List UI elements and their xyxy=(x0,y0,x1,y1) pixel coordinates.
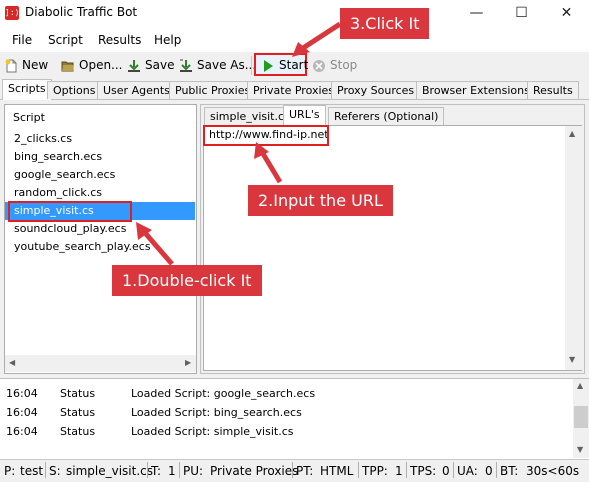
status-separator xyxy=(147,462,148,478)
status-bt-label: BT: xyxy=(500,464,519,478)
scroll-right-icon[interactable]: ▶ xyxy=(185,358,191,367)
horizontal-scrollbar[interactable]: ◀ ▶ xyxy=(5,355,196,372)
list-item[interactable]: google_search.ecs xyxy=(5,166,195,184)
log-time: 16:04 xyxy=(6,406,38,419)
status-separator xyxy=(292,462,293,478)
tab-results[interactable]: Results xyxy=(527,81,579,99)
log-scroll-thumb[interactable] xyxy=(574,406,588,428)
status-pt-value: HTML xyxy=(320,464,354,478)
new-button[interactable]: New xyxy=(4,55,48,76)
list-item[interactable]: 2_clicks.cs xyxy=(5,130,195,148)
new-file-icon xyxy=(4,59,18,73)
save-label: Save xyxy=(145,58,175,72)
log-scrollbar[interactable]: ▲ ▼ xyxy=(573,379,589,458)
status-p-label: P: xyxy=(4,464,16,478)
status-s-label: S: xyxy=(49,464,61,478)
status-tpp-label: TPP: xyxy=(362,464,388,478)
status-separator xyxy=(179,462,180,478)
save-as-label: Save As... xyxy=(197,58,257,72)
stop-label: Stop xyxy=(330,58,358,72)
menu-file[interactable]: File xyxy=(12,33,32,47)
log-scroll-up-icon[interactable]: ▲ xyxy=(577,381,583,390)
log-type: Status xyxy=(60,387,96,400)
tab-proxy-sources[interactable]: Proxy Sources xyxy=(331,81,421,99)
status-tps-label: TPS: xyxy=(410,464,437,478)
log-message: Loaded Script: bing_search.ecs xyxy=(131,406,302,419)
status-separator xyxy=(358,462,359,478)
subtab-simple-visit[interactable]: simple_visit.cs xyxy=(204,107,296,125)
status-separator xyxy=(45,462,46,478)
tab-browser-extensions[interactable]: Browser Extensions xyxy=(416,81,536,99)
maximize-button[interactable]: ☐ xyxy=(499,0,544,28)
tab-options[interactable]: Options xyxy=(47,81,102,99)
callout-step3: 3.Click It xyxy=(340,8,430,39)
status-t-label: T: xyxy=(151,464,162,478)
vertical-scrollbar[interactable]: ▲ ▼ xyxy=(565,126,582,370)
menu-help[interactable]: Help xyxy=(154,33,181,47)
tab-scripts[interactable]: Scripts xyxy=(2,79,52,100)
arrow-step1-icon xyxy=(136,222,174,266)
save-download-icon xyxy=(127,59,141,73)
scroll-left-icon[interactable]: ◀ xyxy=(9,358,15,367)
callout-step1: 1.Double-click It xyxy=(112,265,262,296)
subtab-urls[interactable]: URL's xyxy=(283,105,326,126)
subtab-referers[interactable]: Referers (Optional) xyxy=(328,107,445,125)
status-pu-value: Private Proxies xyxy=(210,464,299,478)
play-icon xyxy=(261,59,275,73)
status-s-value: simple_visit.cs xyxy=(66,464,153,478)
status-pu-label: PU: xyxy=(183,464,204,478)
log-message: Loaded Script: simple_visit.cs xyxy=(131,425,294,438)
minimize-button[interactable]: — xyxy=(454,0,499,28)
log-type: Status xyxy=(60,406,96,419)
new-label: New xyxy=(22,58,49,72)
open-button[interactable]: Open... xyxy=(61,55,123,76)
tab-public-proxies[interactable]: Public Proxies xyxy=(169,81,257,99)
menu-results[interactable]: Results xyxy=(98,33,141,47)
status-ua-value: 0 xyxy=(485,464,493,478)
status-separator xyxy=(406,462,407,478)
log-scroll-down-icon[interactable]: ▼ xyxy=(577,445,583,454)
status-pt-label: PT: xyxy=(296,464,314,478)
tab-private-proxies[interactable]: Private Proxies xyxy=(247,81,341,99)
status-tps-value: 0 xyxy=(442,464,450,478)
scroll-down-icon[interactable]: ▼ xyxy=(569,355,575,364)
status-bt-value: 30s<60s xyxy=(526,464,580,478)
arrow-step2-icon xyxy=(254,142,283,184)
status-separator xyxy=(496,462,497,478)
tab-user-agents[interactable]: User Agents xyxy=(97,81,176,99)
open-folder-icon xyxy=(61,59,75,73)
stop-icon xyxy=(312,59,326,73)
close-button[interactable]: ✕ xyxy=(544,0,589,28)
status-separator xyxy=(453,462,454,478)
save-button[interactable]: Save xyxy=(127,55,174,76)
log-time: 16:04 xyxy=(6,425,38,438)
save-as-icon xyxy=(179,59,193,73)
status-t-value: 1 xyxy=(168,464,176,478)
log-time: 16:04 xyxy=(6,387,38,400)
script-list-header[interactable]: Script xyxy=(5,105,196,129)
status-ua-label: UA: xyxy=(457,464,478,478)
status-tpp-value: 1 xyxy=(395,464,403,478)
callout-step2: 2.Input the URL xyxy=(248,185,393,216)
open-label: Open... xyxy=(79,58,123,72)
scroll-up-icon[interactable]: ▲ xyxy=(569,129,575,138)
script-highlight-box xyxy=(8,201,132,222)
script-column-label: Script xyxy=(13,111,45,124)
toolbar-separator xyxy=(251,56,252,75)
arrow-step3-icon xyxy=(292,21,342,57)
log-type: Status xyxy=(60,425,96,438)
list-item[interactable]: random_click.cs xyxy=(5,184,195,202)
status-p-value: test xyxy=(20,464,44,478)
log-message: Loaded Script: google_search.ecs xyxy=(131,387,316,400)
start-label: Start xyxy=(279,58,309,72)
list-item[interactable]: bing_search.ecs xyxy=(5,148,195,166)
menu-script[interactable]: Script xyxy=(48,33,83,47)
save-as-button[interactable]: Save As... xyxy=(179,55,256,76)
app-icon: ]:) xyxy=(5,6,19,20)
window-title: Diabolic Traffic Bot xyxy=(25,5,138,19)
